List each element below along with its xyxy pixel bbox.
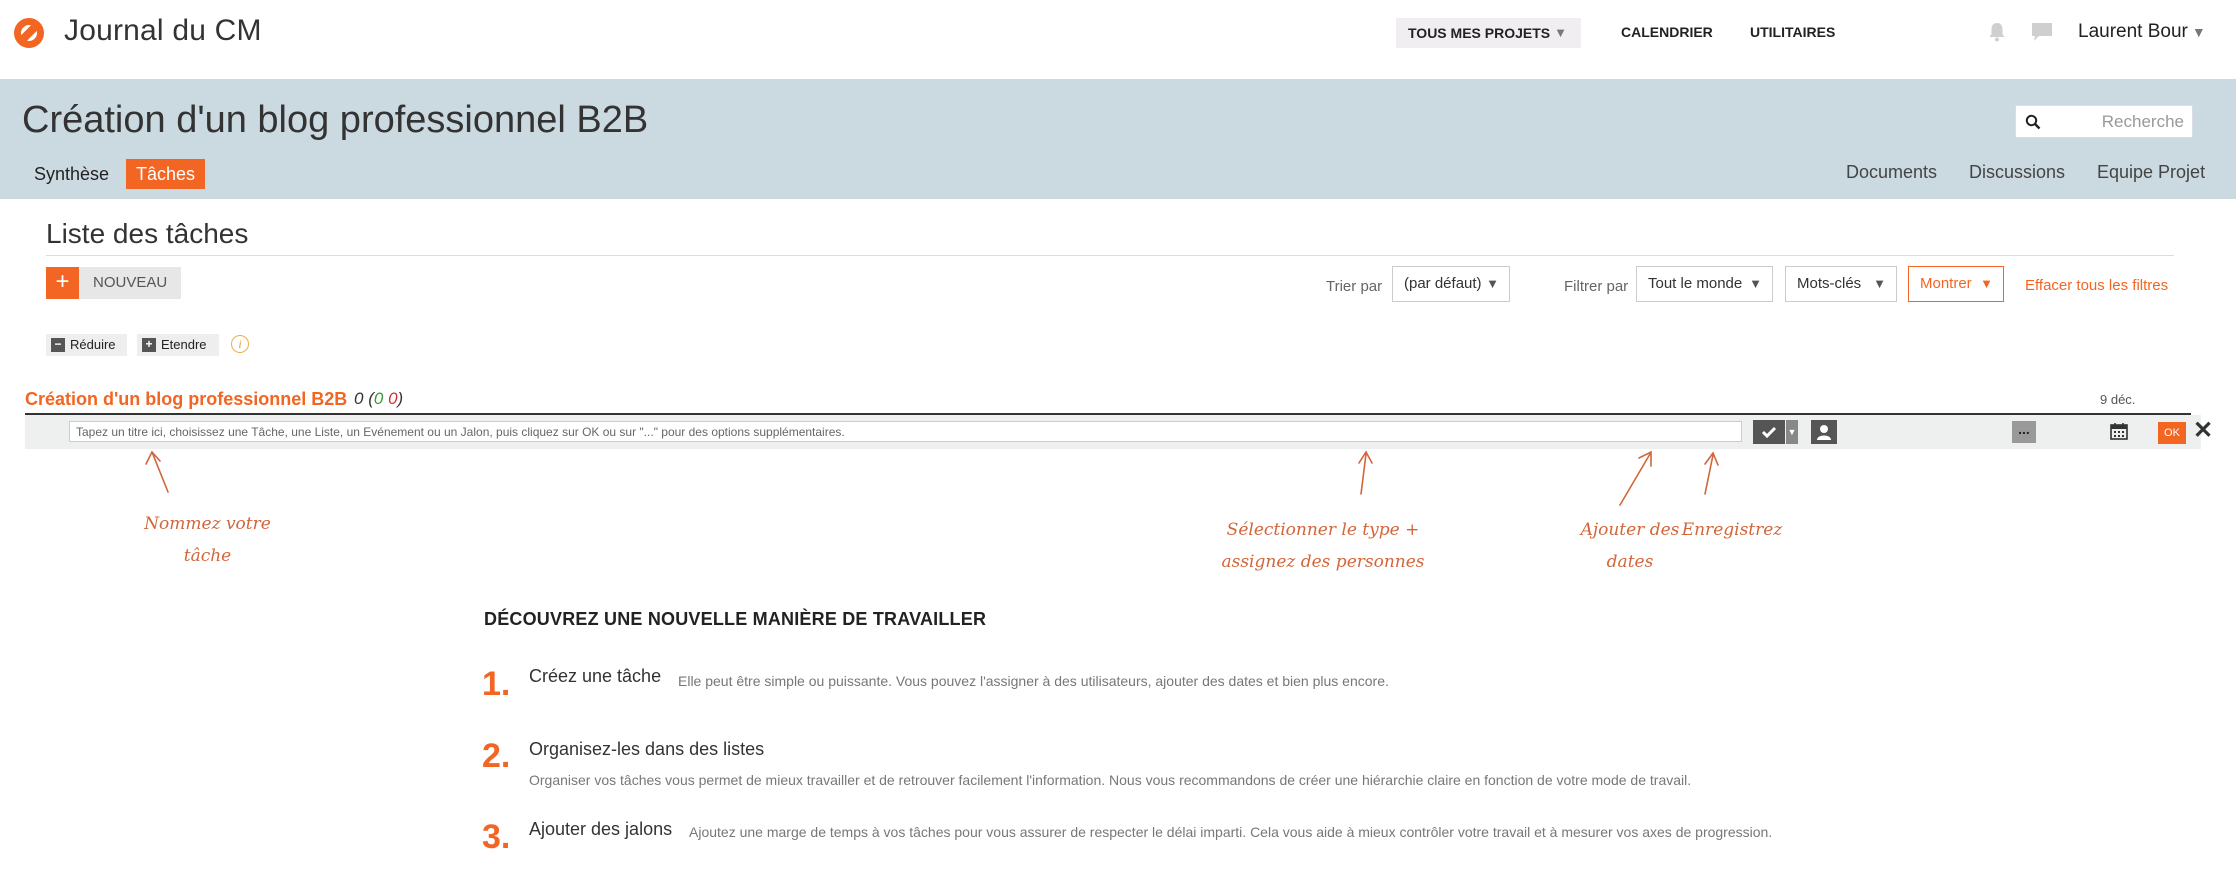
all-projects-label: TOUS MES PROJETS bbox=[1408, 25, 1551, 41]
filter-people-select[interactable]: Tout le monde ▼ bbox=[1636, 266, 1773, 302]
tab-documents[interactable]: Documents bbox=[1846, 162, 1937, 183]
group-date: 9 déc. bbox=[2100, 392, 2136, 407]
checkmark-icon bbox=[1761, 426, 1777, 439]
arrow-add-dates-head bbox=[1638, 450, 1652, 467]
tab-discussions[interactable]: Discussions bbox=[1969, 162, 2065, 183]
count-total: 0 bbox=[354, 389, 364, 408]
user-menu[interactable]: Laurent Bour ▼ bbox=[2078, 21, 2206, 43]
bell-icon[interactable] bbox=[1988, 22, 2006, 42]
calendar-icon[interactable] bbox=[2110, 422, 2128, 440]
assign-person-button[interactable] bbox=[1811, 420, 1837, 444]
sort-value: (par défaut) bbox=[1404, 275, 1482, 292]
tab-taches[interactable]: Tâches bbox=[126, 159, 206, 189]
clear-filters-link[interactable]: Effacer tous les filtres bbox=[2025, 277, 2168, 294]
arrow-select-type bbox=[1360, 453, 1367, 495]
discover-title: DÉCOUVREZ UNE NOUVELLE MANIÈRE DE TRAVAI… bbox=[484, 609, 987, 629]
more-options-button[interactable]: ... bbox=[2012, 421, 2036, 443]
search-box[interactable] bbox=[2015, 105, 2193, 138]
project-header: Création d'un blog professionnel B2B Syn… bbox=[0, 79, 2236, 199]
minus-icon: − bbox=[51, 338, 65, 352]
new-task-label: NOUVEAU bbox=[93, 274, 168, 291]
expand-button[interactable]: + Etendre bbox=[137, 334, 219, 356]
plus-icon: + bbox=[142, 338, 156, 352]
collapse-label: Réduire bbox=[70, 337, 116, 352]
annotation-select-type: Sélectionner le type + assignez des pers… bbox=[1221, 520, 1425, 572]
close-icon[interactable]: ✕ bbox=[2193, 419, 2213, 443]
app-title[interactable]: Journal du CM bbox=[64, 14, 262, 48]
filter-show-select[interactable]: Montrer ▼ bbox=[1908, 266, 2004, 302]
task-counter: 0 (0 0) bbox=[354, 389, 404, 408]
step-description: Ajoutez une marge de temps à vos tâches … bbox=[689, 824, 1773, 840]
top-navigation-bar: Journal du CM TOUS MES PROJETS ▼ CALENDR… bbox=[0, 0, 2236, 79]
arrow-select-type-head bbox=[1358, 450, 1373, 464]
plus-icon: + bbox=[46, 267, 79, 299]
arrow-add-dates bbox=[1619, 453, 1651, 506]
project-group-title[interactable]: Création d'un blog professionnel B2B bbox=[25, 389, 347, 410]
task-list-title: Liste des tâches bbox=[46, 218, 249, 249]
annotation-add-dates: Ajouter des dates bbox=[1580, 520, 1680, 572]
new-task-row: ▼ ... OK ✕ bbox=[25, 415, 2213, 449]
all-projects-menu[interactable]: TOUS MES PROJETS ▼ bbox=[1396, 18, 1581, 48]
filter-keywords-select[interactable]: Mots-clés ▼ bbox=[1785, 266, 1897, 302]
new-task-button[interactable]: + NOUVEAU bbox=[46, 267, 181, 299]
step-title: Ajouter des jalons bbox=[529, 819, 673, 839]
tab-synthese[interactable]: Synthèse bbox=[24, 159, 119, 189]
annotation-save: Enregistrez bbox=[1681, 520, 1783, 540]
divider bbox=[46, 255, 2174, 256]
count-done: 0 bbox=[373, 389, 384, 408]
sort-label: Trier par bbox=[1326, 278, 1383, 295]
arrow-name-task bbox=[151, 451, 169, 493]
filter-people-value: Tout le monde bbox=[1648, 275, 1743, 292]
chevron-down-icon: ▼ bbox=[1749, 276, 1762, 291]
chevron-down-icon: ▼ bbox=[1554, 25, 1567, 40]
filter-label: Filtrer par bbox=[1564, 278, 1629, 295]
step-description: Organiser vos tâches vous permet de mieu… bbox=[529, 772, 1692, 788]
search-input[interactable] bbox=[2052, 106, 2190, 137]
step-number: 2. bbox=[482, 737, 511, 775]
chevron-down-icon: ▼ bbox=[1873, 276, 1886, 291]
chevron-down-icon: ▼ bbox=[2191, 24, 2206, 40]
nav-utilities[interactable]: UTILITAIRES bbox=[1750, 24, 1835, 40]
nav-calendar[interactable]: CALENDRIER bbox=[1621, 24, 1713, 40]
chat-icon[interactable] bbox=[2031, 22, 2053, 42]
expand-label: Etendre bbox=[161, 337, 207, 352]
task-type-dropdown[interactable]: ▼ bbox=[1786, 420, 1798, 444]
step-number: 1. bbox=[482, 665, 511, 703]
app-logo-icon[interactable] bbox=[14, 18, 44, 48]
chevron-down-icon: ▼ bbox=[1486, 276, 1499, 291]
search-icon bbox=[2025, 114, 2041, 130]
filter-keywords-value: Mots-clés bbox=[1797, 275, 1862, 292]
count-late: 0 bbox=[388, 389, 398, 408]
annotation-name-task: Nommez votre tâche bbox=[144, 514, 271, 566]
user-name: Laurent Bour bbox=[2078, 21, 2188, 42]
chevron-down-icon: ▼ bbox=[1980, 276, 1993, 291]
collapse-button[interactable]: − Réduire bbox=[46, 334, 127, 356]
person-icon bbox=[1817, 425, 1831, 440]
filter-show-value: Montrer bbox=[1920, 275, 1972, 292]
arrow-save bbox=[1704, 454, 1714, 495]
info-icon[interactable]: i bbox=[231, 335, 249, 353]
arrow-name-task-head bbox=[145, 450, 161, 465]
arrow-save-head bbox=[1704, 451, 1719, 466]
ok-button[interactable]: OK bbox=[2158, 422, 2186, 444]
tab-equipe-projet[interactable]: Equipe Projet bbox=[2097, 162, 2205, 183]
task-type-button[interactable] bbox=[1753, 420, 1785, 444]
step-description: Elle peut être simple ou puissante. Vous… bbox=[678, 673, 1389, 689]
sort-select[interactable]: (par défaut) ▼ bbox=[1392, 266, 1510, 302]
step-number: 3. bbox=[482, 818, 511, 856]
step-title: Créez une tâche bbox=[529, 666, 662, 686]
project-title: Création d'un blog professionnel B2B bbox=[22, 99, 649, 141]
task-title-input[interactable] bbox=[69, 421, 1742, 442]
step-title: Organisez-les dans des listes bbox=[529, 739, 765, 759]
